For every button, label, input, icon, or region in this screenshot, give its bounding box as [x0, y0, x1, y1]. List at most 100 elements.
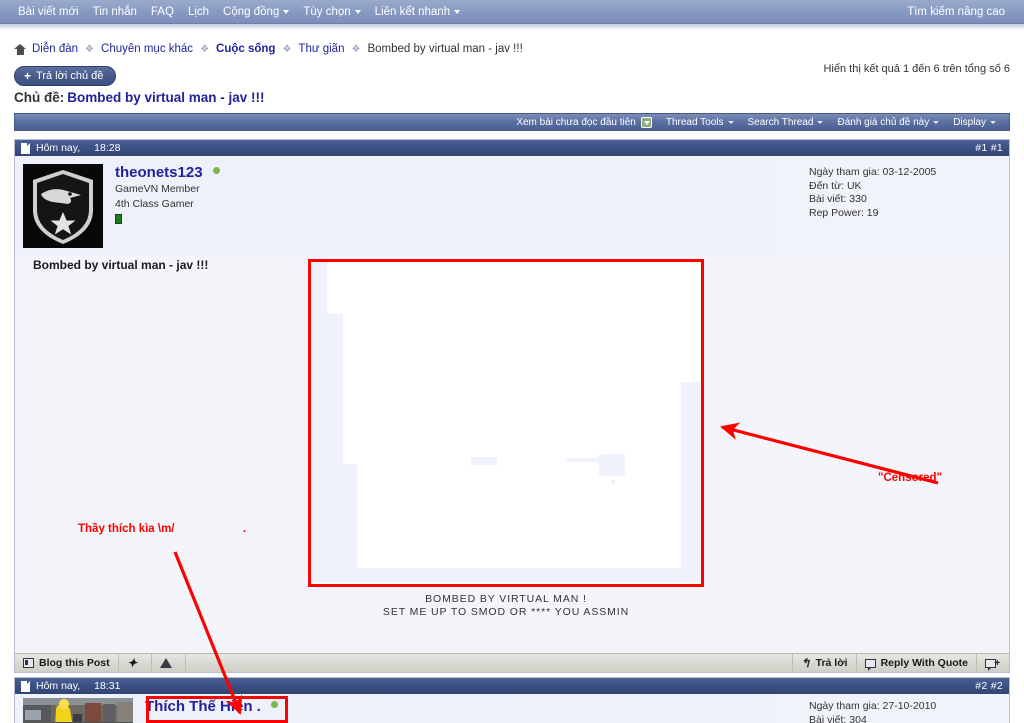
annotation-thay-thich-kia: Thầy thích kìa \m/ [78, 523, 175, 535]
reply-topic-button[interactable]: + Trả lời chủ đề [14, 66, 117, 86]
blog-label: Blog this Post [39, 657, 110, 669]
post-footer: Blog this Post ✦ ↰ Trả lời Reply With Qu… [15, 653, 1009, 673]
forum-page: Bài viết mới Tin nhắn FAQ Lịch Cộng đồng… [0, 0, 1024, 723]
tool-unread-first[interactable]: Xem bài chưa đọc đầu tiên [509, 116, 659, 128]
username[interactable]: theonets123 [115, 164, 220, 181]
tool-label: Thread Tools [665, 116, 724, 128]
chevron-down-icon [817, 120, 824, 124]
chevron-down-icon [354, 9, 361, 14]
navbar-right: Tìm kiếm nâng cao [900, 0, 1012, 24]
user-title: GameVN Member [115, 183, 200, 195]
chevron-down-icon [283, 9, 290, 14]
user-stat-posts: Bài viết: 330 [809, 193, 867, 205]
tool-display[interactable]: Display [946, 117, 1003, 128]
breadcrumb-item-thu-gian[interactable]: Thư giãn [298, 43, 344, 55]
reply-arrow-icon: ↰ [800, 656, 811, 670]
annotation-censored: "Censored" [878, 472, 942, 484]
breadcrumb-item-cuoc-song[interactable]: Cuộc sống [216, 43, 275, 55]
blog-this-post-button[interactable]: Blog this Post [15, 653, 119, 673]
user-stat-posts: Bài viết: 304 [809, 713, 867, 723]
reply-button[interactable]: ↰ Trả lời [791, 653, 856, 673]
multi-quote-button[interactable]: + [976, 653, 1009, 673]
nav-label: Liên kết nhanh [374, 6, 451, 18]
report-button[interactable] [152, 653, 186, 673]
breadcrumb-item-dien-dan[interactable]: Diễn đàn [32, 43, 78, 55]
nav-label: Tin nhắn [92, 6, 137, 18]
avatar[interactable] [23, 164, 103, 248]
thread-tools-bar: Xem bài chưa đọc đầu tiên Thread Tools S… [14, 113, 1010, 131]
post-icon [21, 680, 30, 692]
nav-item-faq[interactable]: FAQ [144, 0, 181, 24]
annotation-dot: . [243, 523, 247, 535]
rank-bar-icon [115, 214, 122, 224]
favorite-button[interactable]: ✦ [119, 653, 152, 673]
navbar-shadow [0, 24, 1024, 30]
tool-label: Search Thread [747, 116, 814, 128]
user-stats: Ngày tham gia: 03-12-2005 Đến từ: UK Bài… [809, 156, 1009, 256]
nav-label: Cộng đồng [223, 6, 280, 18]
image-caption: BOMBED BY VIRTUAL MAN ! SET ME UP TO SMO… [308, 593, 704, 619]
post-number[interactable]: #1 #1 [975, 142, 1003, 154]
reply-with-quote-button[interactable]: Reply With Quote [855, 653, 976, 673]
nav-item-tuy-chon[interactable]: Tùy chọn [296, 0, 367, 24]
reply-topic-label: Trả lời chủ đề [36, 69, 104, 82]
nav-item-bai-viet-moi[interactable]: Bài viết mới [18, 0, 86, 24]
post-footer-right: ↰ Trả lời Reply With Quote + [791, 653, 1009, 673]
post-time: 18:31 [94, 680, 121, 692]
quote-icon [864, 658, 876, 671]
chevron-down-icon [454, 9, 461, 14]
chevron-down-icon [933, 120, 940, 124]
breadcrumb-separator-icon: ❖ [85, 43, 95, 55]
nav-item-lich[interactable]: Lịch [181, 0, 216, 24]
breadcrumb-item-chuyen-muc-khac[interactable]: Chuyên mục khác [101, 43, 193, 55]
post-date: Hôm nay, [36, 142, 81, 154]
home-icon[interactable] [14, 43, 26, 55]
multiquote-icon: + [985, 658, 1000, 671]
thread-prefix: Chủ đề: [14, 90, 65, 105]
censored-image-content [311, 262, 701, 584]
tool-search-thread[interactable]: Search Thread [741, 117, 831, 128]
quote-label: Reply With Quote [880, 657, 968, 669]
navbar-links: Bài viết mới Tin nhắn FAQ Lịch Cộng đồng… [18, 0, 467, 24]
advanced-search-link[interactable]: Tìm kiếm nâng cao [900, 0, 1012, 24]
plus-icon: + [24, 68, 32, 83]
caption-line-2: SET ME UP TO SMOD OR **** YOU ASSMIN [382, 606, 630, 618]
nav-item-cong-dong[interactable]: Cộng đồng [216, 0, 296, 24]
breadcrumb-current: Bombed by virtual man - jav !!! [367, 43, 523, 55]
tool-thread-tools[interactable]: Thread Tools [659, 117, 741, 128]
censored-image[interactable] [308, 259, 704, 587]
post-header: Hôm nay, 18:31 #2 #2 [15, 678, 1009, 694]
nav-item-tin-nhan[interactable]: Tin nhắn [86, 0, 144, 24]
breadcrumb-separator-icon: ❖ [282, 43, 292, 55]
tool-label: Xem bài chưa đọc đầu tiên [516, 116, 636, 128]
star-icon: ✦ [127, 655, 138, 670]
user-stat-reppower: Rep Power: 19 [809, 206, 879, 219]
user-stats: Ngày tham gia: 27-10-2010 Bài viết: 304 [809, 694, 1009, 723]
tool-rate-thread[interactable]: Đánh giá chủ đề này [830, 117, 946, 128]
warning-icon [159, 658, 172, 668]
breadcrumb-separator-icon: ❖ [351, 43, 361, 55]
breadcrumb-separator-icon: ❖ [200, 43, 210, 55]
user-info: theonets123 GameVN Member 4th Class Game… [15, 156, 775, 256]
shield-eagle-avatar-icon [23, 164, 103, 248]
page-title: Chủ đề: Bombed by virtual man - jav !!! [14, 90, 265, 105]
caption-line-1: BOMBED BY VIRTUAL MAN ! [425, 593, 587, 605]
nav-label: FAQ [150, 6, 174, 18]
post-date: Hôm nay, [36, 680, 81, 692]
user-stat-location: Đến từ: UK [809, 179, 862, 192]
blog-icon [23, 658, 34, 668]
online-status-icon [212, 167, 220, 174]
nav-item-lien-ket-nhanh[interactable]: Liên kết nhanh [368, 0, 467, 24]
chevron-down-icon [990, 120, 996, 124]
post-number[interactable]: #2 #2 [975, 680, 1003, 692]
user-stat-join: Ngày tham gia: 27-10-2010 [809, 700, 937, 712]
post-icon [21, 142, 30, 154]
tool-label: Đánh giá chủ đề này [837, 116, 930, 128]
user-stat-join: Ngày tham gia: 03-12-2005 [809, 166, 937, 178]
nav-label: Lịch [187, 6, 210, 18]
street-photo-avatar-icon [23, 698, 133, 723]
avatar[interactable] [23, 698, 133, 723]
user-rank-label: 4th Class Gamer [115, 198, 194, 210]
reply-label: Trả lời [815, 657, 848, 669]
thread-title-text: Bombed by virtual man - jav !!! [67, 90, 265, 105]
